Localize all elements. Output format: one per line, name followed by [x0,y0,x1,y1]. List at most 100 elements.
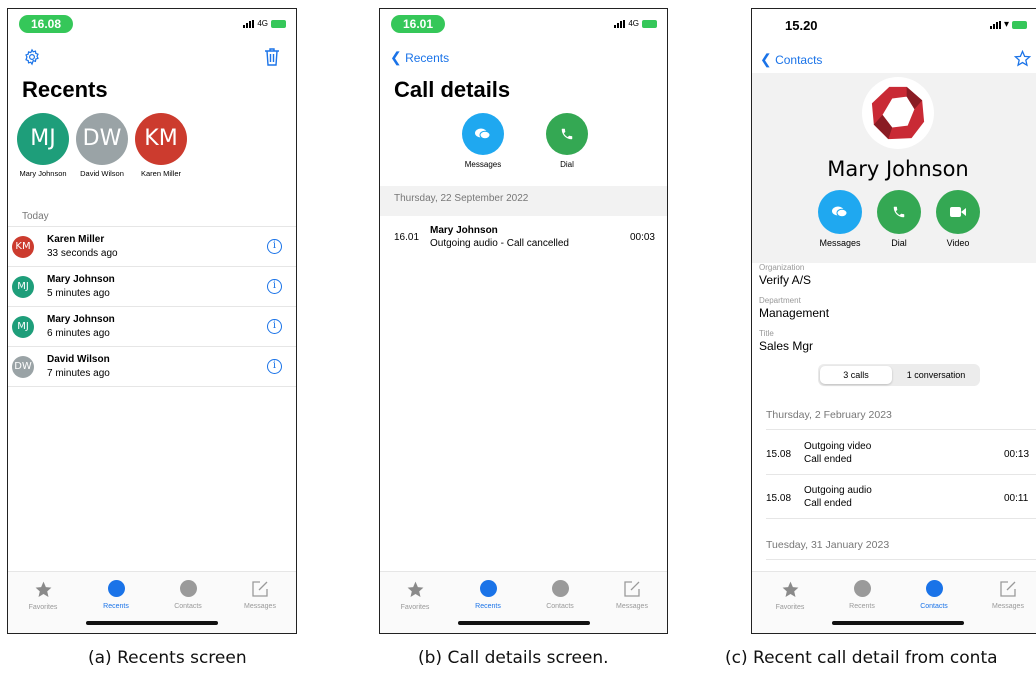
wifi-icon: ▾ [1003,19,1009,30]
info-icon[interactable]: i [267,319,282,334]
favorite-name: Karen Miller [140,169,181,178]
recent-call-row[interactable]: MJ Mary Johnson 5 minutes ago i [8,267,296,307]
person-circle-icon [179,580,197,597]
field-label: Organization [759,263,805,272]
segment-conversation[interactable]: 1 conversation [894,366,978,384]
call-entry: 16.01 Mary Johnson Outgoing audio - Call… [394,225,655,249]
avatar: KM [12,236,34,258]
caller-name: David Wilson [47,354,110,365]
battery-icon [271,19,286,28]
date-header: Thursday, 2 February 2023 [766,409,892,421]
favorite-name: Mary Johnson [19,169,67,178]
gear-icon[interactable] [23,48,41,66]
page-title: Recents [22,77,108,102]
tab-messages[interactable]: Messages [230,580,290,610]
phone-icon [877,190,921,234]
page-title: Call details [394,77,511,102]
recent-call-row[interactable]: KM Karen Miller 33 seconds ago i [8,227,296,267]
back-button[interactable]: ❮ Contacts [760,51,822,68]
tab-bar: Favorites Recents Contacts Messages [8,571,296,633]
date-header: Tuesday, 31 January 2023 [766,539,890,551]
section-header: Today [22,211,49,222]
compose-icon [252,581,268,597]
signal-icon [989,20,1001,29]
dial-button[interactable]: Dial [869,190,929,248]
info-icon[interactable]: i [267,239,282,254]
person-circle-icon [551,580,569,597]
messages-button[interactable]: Messages [458,113,508,169]
recent-call-row[interactable]: MJ Mary Johnson 6 minutes ago i [8,307,296,347]
favorite-contact[interactable]: MJ Mary Johnson [14,113,72,178]
avatar: DW [12,356,34,378]
avatar: KM [135,113,187,165]
network-label: 4G [628,19,639,28]
tab-contacts[interactable]: Contacts [530,580,590,610]
clock-icon [479,580,497,597]
messages-button[interactable]: Messages [810,190,870,248]
phone-icon [546,113,588,155]
info-icon[interactable]: i [267,359,282,374]
favorite-contact[interactable]: DW David Wilson [73,113,131,178]
clock-icon [853,580,871,597]
trash-icon[interactable] [264,47,280,66]
contact-detail-screen: 15.20 ▾ ❮ Contacts Mary Johnson Messages… [751,8,1036,634]
avatar: MJ [12,316,34,338]
chevron-left-icon: ❮ [390,49,402,65]
dial-button[interactable]: Dial [542,113,592,169]
field-value: Verify A/S [759,273,812,287]
tab-messages[interactable]: Messages [978,580,1036,610]
battery-icon [642,19,657,28]
call-time-ago: 7 minutes ago [47,368,110,379]
tab-contacts[interactable]: Contacts [158,580,218,610]
tab-bar: Favorites Recents Contacts Messages [380,571,667,633]
tab-favorites[interactable]: Favorites [13,580,73,611]
status-bar: 15.20 ▾ [752,13,1036,33]
video-camera-icon [936,190,980,234]
tab-recents[interactable]: Recents [832,580,892,610]
avatar: MJ [17,113,69,165]
compose-icon [624,581,640,597]
caller-name: Mary Johnson [47,314,115,325]
chevron-left-icon: ❮ [760,51,772,67]
caller-name: Mary Johnson [47,274,115,285]
star-icon [782,581,798,598]
clock-icon [107,580,125,597]
call-time-ago: 33 seconds ago [47,248,118,259]
info-icon[interactable]: i [267,279,282,294]
person-circle-icon [925,580,943,597]
caller-name: Karen Miller [47,234,105,245]
tab-contacts[interactable]: Contacts [904,580,964,610]
favorite-contact[interactable]: KM Karen Miller [132,113,190,178]
caption-b: (b) Call details screen. [418,648,609,668]
call-time-ago: 6 minutes ago [47,328,110,339]
recents-screen: 16.08 4G Recents MJ Mary Johnson DW David W… [7,8,297,634]
history-row: 15.08 Outgoing audio Call ended 00:11 [752,475,1036,519]
tab-recents[interactable]: Recents [458,580,518,610]
star-icon [35,581,51,598]
recent-call-row[interactable]: DW David Wilson 7 minutes ago i [8,347,296,387]
contact-name: Mary Johnson [827,157,969,181]
caption-c: (c) Recent call detail from conta [725,648,998,668]
signal-icon [243,19,255,28]
call-time-ago: 5 minutes ago [47,288,110,299]
history-row: 09.09Incoming audio00:02 [752,561,1036,571]
network-label: 4G [257,19,268,28]
call-history: Thursday, 2 February 2023 15.08 Outgoing v… [752,403,1036,571]
tab-recents[interactable]: Recents [86,580,146,610]
back-button[interactable]: ❮ Recents [390,49,449,66]
video-button[interactable]: Video [928,190,988,248]
favorite-name: David Wilson [80,169,124,178]
field-label: Department [759,296,801,305]
contact-logo [862,77,934,149]
star-icon[interactable] [1014,50,1031,67]
segment-control: 3 calls 1 conversation [818,364,980,386]
tab-favorites[interactable]: Favorites [760,580,820,611]
avatar: MJ [12,276,34,298]
segment-calls[interactable]: 3 calls [820,366,892,384]
history-row: 15.08 Outgoing video Call ended 00:13 [752,431,1036,475]
caption-a: (a) Recents screen [88,648,247,668]
date-header: Thursday, 22 September 2022 [394,193,529,204]
tab-messages[interactable]: Messages [602,580,662,610]
field-value: Sales Mgr [759,339,814,353]
tab-favorites[interactable]: Favorites [385,580,445,611]
